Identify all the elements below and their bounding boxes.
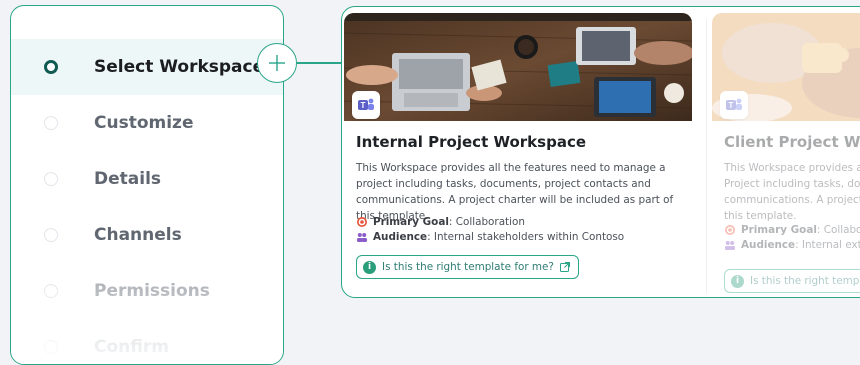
step-channels[interactable]: Channels <box>11 207 283 263</box>
goal-label: Primary Goal <box>741 224 817 236</box>
template-carousel: T Internal Project Workspace This Worksp… <box>341 6 860 298</box>
teams-icon: T <box>720 91 748 119</box>
step-marker-icon <box>44 340 58 354</box>
audience-value: : Internal external <box>795 239 860 251</box>
wizard-steps-panel: Select Workspace Customize Details Chann… <box>10 5 284 365</box>
card-description: This Workspace provides all the features… <box>356 162 674 222</box>
step-details[interactable]: Details <box>11 151 283 207</box>
step-label: Details <box>94 169 162 189</box>
step-marker-icon <box>44 284 58 298</box>
step-label: Select Workspace <box>94 57 265 77</box>
info-icon: i <box>363 260 376 274</box>
external-link-icon <box>559 262 570 272</box>
plus-icon <box>269 55 285 71</box>
target-icon <box>357 217 367 227</box>
step-label: Customize <box>94 113 194 133</box>
template-help-link[interactable]: i Is this the right template for me? <box>724 269 860 293</box>
target-icon <box>725 225 735 235</box>
template-card-internal-project[interactable]: T Internal Project Workspace This Worksp… <box>344 13 692 295</box>
card-image-puzzle: T <box>712 13 860 121</box>
primary-goal-row: Primary Goal : Collaboration <box>724 224 860 236</box>
step-label: Confirm <box>94 337 169 357</box>
primary-goal-row: Primary Goal : Collaboration <box>356 216 525 228</box>
audience-value: : Internal stakeholders within Contoso <box>427 231 625 243</box>
people-icon <box>357 233 367 242</box>
step-customize[interactable]: Customize <box>11 95 283 151</box>
help-link-text: Is this the right template for me? <box>750 275 860 287</box>
template-help-link[interactable]: i Is this the right template for me? <box>356 255 579 279</box>
step-label: Permissions <box>94 281 210 301</box>
step-select-workspace[interactable]: Select Workspace <box>11 39 283 95</box>
card-title: Internal Project Workspace <box>356 133 587 151</box>
template-card-client-project[interactable]: T Client Project Worksp This Workspace p… <box>712 13 860 295</box>
card-title: Client Project Worksp <box>724 133 860 151</box>
info-icon: i <box>731 274 744 288</box>
teams-icon: T <box>352 91 380 119</box>
svg-text:T: T <box>361 101 366 110</box>
add-workspace-button[interactable] <box>257 43 297 83</box>
step-active-marker-icon <box>44 60 58 74</box>
people-icon <box>725 241 735 250</box>
step-marker-icon <box>44 172 58 186</box>
card-image-office-desk: T <box>344 13 692 121</box>
audience-row: Audience : Internal external <box>724 239 860 251</box>
goal-label: Primary Goal <box>373 216 449 228</box>
help-link-text: Is this the right template for me? <box>382 261 554 273</box>
step-marker-icon <box>44 228 58 242</box>
step-permissions[interactable]: Permissions <box>11 263 283 319</box>
goal-value: : Collaboration <box>448 216 525 228</box>
audience-label: Audience <box>741 239 796 251</box>
connector-line <box>297 62 341 64</box>
step-confirm[interactable]: Confirm <box>11 319 283 364</box>
audience-row: Audience : Internal stakeholders within … <box>356 231 624 243</box>
svg-text:T: T <box>729 101 734 110</box>
card-divider <box>706 19 707 293</box>
step-label: Channels <box>94 225 182 245</box>
step-marker-icon <box>44 116 58 130</box>
goal-value: : Collaboration <box>816 224 860 236</box>
card-description: This Workspace provides all the features… <box>724 162 860 222</box>
audience-label: Audience <box>373 231 428 243</box>
